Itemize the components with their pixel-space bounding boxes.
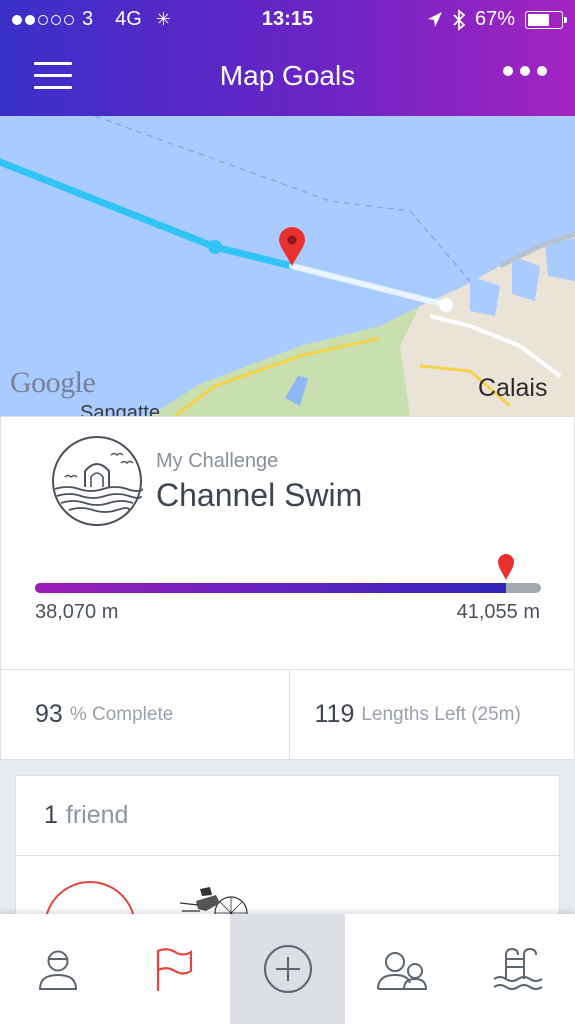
challenge-name: Channel Swim: [156, 477, 363, 513]
lengths-left-stat: 119 Lengths Left (25m): [288, 670, 575, 759]
challenge-progress-bar: [35, 583, 541, 593]
progress-pin-icon: [497, 554, 514, 580]
map-label-calais: Calais: [478, 374, 548, 402]
status-bar: 3 4G ✳ 13:15 67%: [0, 0, 575, 40]
distance-completed: 38,070 m: [35, 601, 119, 623]
shipping-lane: [94, 116, 521, 312]
percent-value: 93: [35, 700, 63, 728]
person-icon: [38, 950, 77, 990]
location-arrow-icon: [427, 11, 442, 27]
plus-circle-icon: [263, 945, 312, 993]
map-view[interactable]: Google Calais Sangatte: [0, 116, 575, 416]
channel-swim-badge-icon: [52, 436, 143, 526]
tab-profile[interactable]: [0, 914, 115, 1024]
challenge-card: My Challenge Channel Swim 38,070 m 41,05…: [0, 416, 575, 760]
flag-icon: [156, 948, 192, 991]
distance-total: 41,055 m: [456, 601, 540, 623]
app-header: 3 4G ✳ 13:15 67% Map Goals: [0, 0, 575, 116]
route-waypoint: [208, 240, 222, 254]
friends-icon: [376, 952, 427, 990]
tab-pool[interactable]: [460, 914, 575, 1024]
battery-icon: [525, 10, 567, 29]
tab-friends[interactable]: [345, 914, 460, 1024]
challenge-subtitle: My Challenge: [156, 450, 279, 472]
map-label-sangatte: Sangatte: [80, 402, 161, 416]
page-title: Map Goals: [219, 60, 356, 91]
battery-percent: 67%: [474, 8, 515, 30]
route-completed: [0, 158, 296, 270]
more-options-icon[interactable]: [503, 66, 547, 76]
tab-goals[interactable]: [115, 914, 230, 1024]
lengths-value: 119: [314, 700, 355, 728]
route-remaining: [289, 263, 449, 308]
percent-label: % Complete: [69, 703, 174, 725]
pool-ladder-icon: [492, 947, 543, 990]
tab-add[interactable]: [230, 914, 345, 1024]
bluetooth-icon: [453, 8, 465, 31]
percent-complete-stat: 93 % Complete: [1, 670, 289, 759]
google-logo: Google: [10, 366, 96, 399]
friends-label: friend: [65, 801, 129, 829]
friends-header[interactable]: 1 friend: [16, 776, 559, 856]
challenge-stats: 93 % Complete 119 Lengths Left (25m): [1, 669, 575, 759]
lengths-label: Lengths Left (25m): [361, 703, 521, 725]
friends-count: 1: [44, 801, 58, 829]
route-endpoint: [439, 298, 453, 312]
tab-bar: [0, 914, 575, 1024]
progress-fill: [35, 583, 506, 593]
